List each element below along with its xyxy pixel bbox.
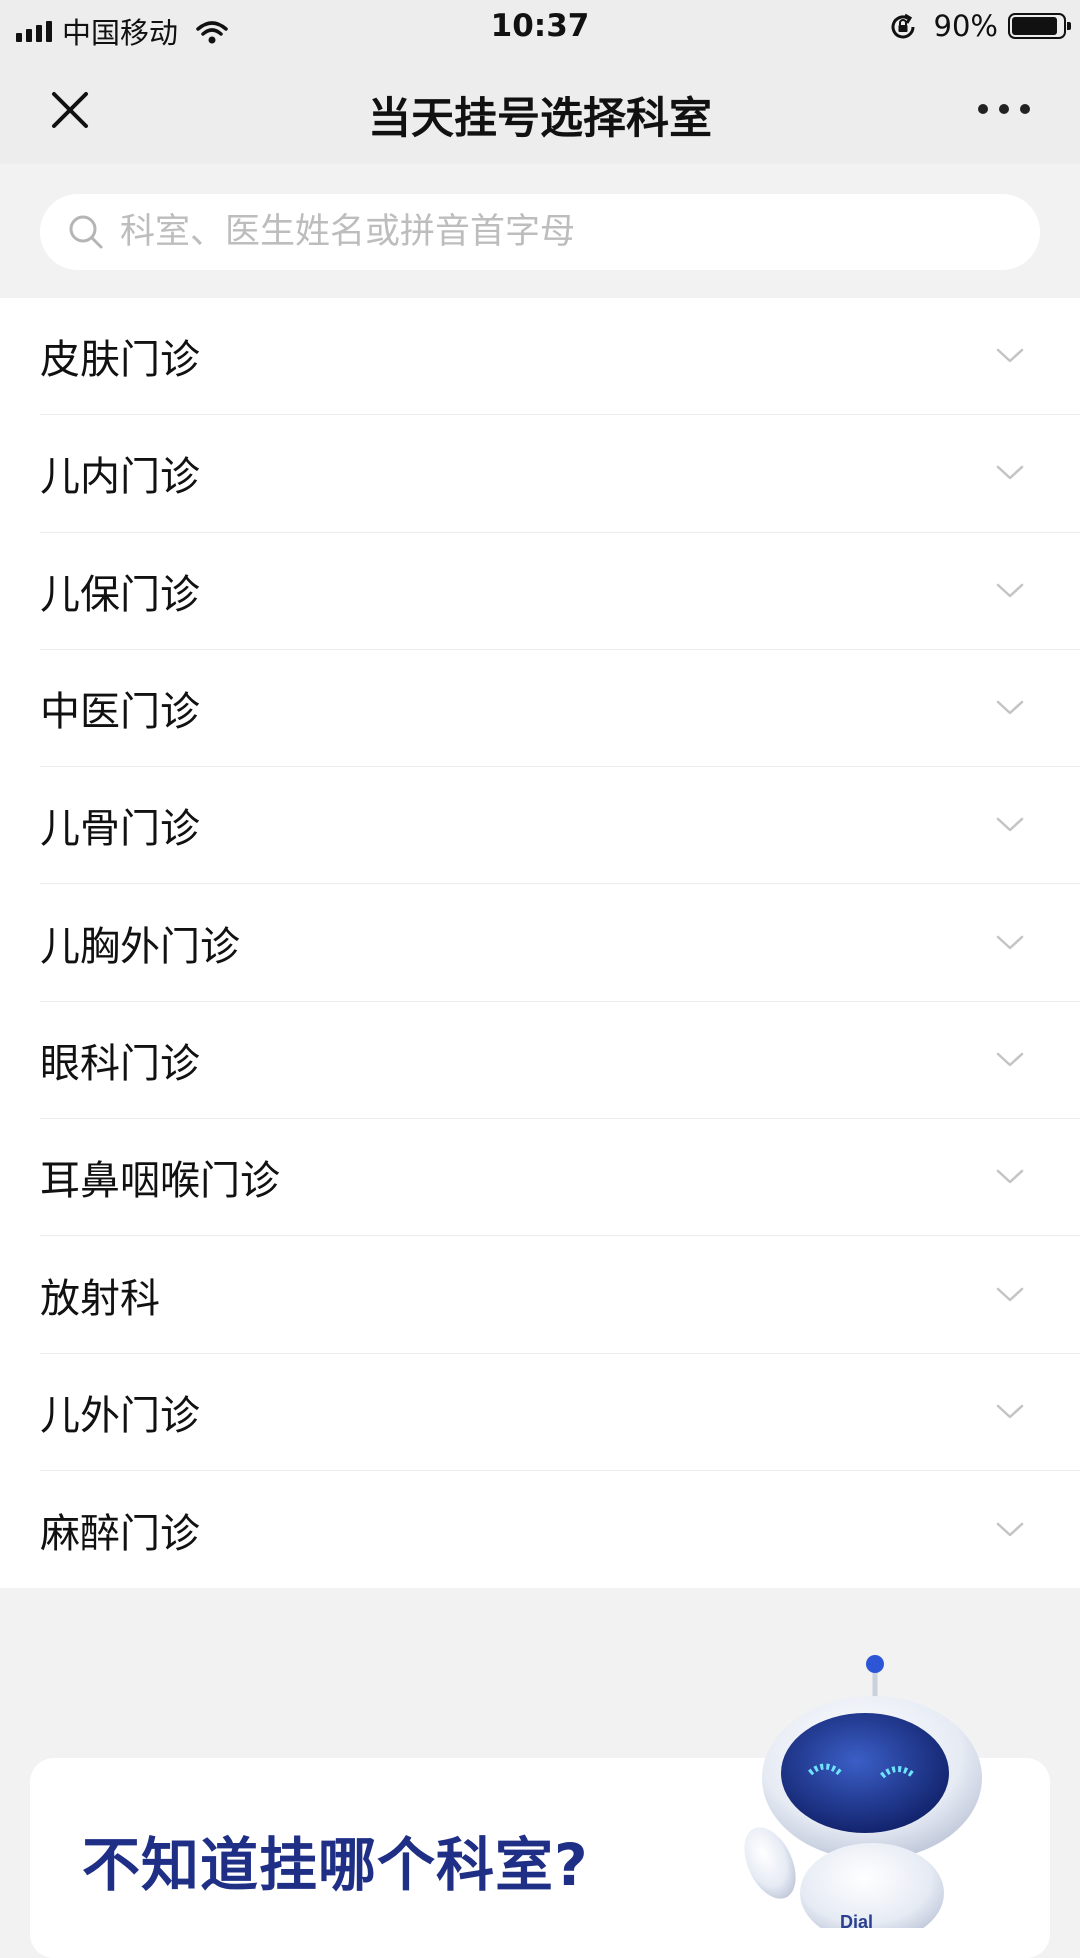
search-box[interactable] bbox=[40, 194, 1040, 270]
department-label: 皮肤门诊 bbox=[40, 337, 200, 384]
department-label: 中医门诊 bbox=[40, 689, 200, 736]
department-label: 儿胸外门诊 bbox=[40, 923, 240, 970]
chevron-down-icon[interactable] bbox=[995, 1167, 1025, 1187]
robot-mascot[interactable]: Dial bbox=[700, 1628, 1020, 1928]
more-dot bbox=[978, 104, 988, 114]
more-dot bbox=[999, 104, 1009, 114]
department-label: 耳鼻咽喉门诊 bbox=[40, 1158, 280, 1205]
battery-icon bbox=[1008, 13, 1071, 39]
department-label: 放射科 bbox=[40, 1275, 160, 1322]
more-icon[interactable] bbox=[978, 98, 1030, 120]
status-right: 90% bbox=[888, 9, 1071, 43]
chevron-down-icon[interactable] bbox=[995, 1285, 1025, 1305]
department-item[interactable]: 耳鼻咽喉门诊 bbox=[40, 1119, 1080, 1237]
department-item[interactable]: 儿外门诊 bbox=[40, 1354, 1080, 1471]
department-item[interactable]: 儿骨门诊 bbox=[40, 767, 1080, 885]
chevron-down-icon[interactable] bbox=[995, 698, 1025, 718]
battery-level-fill bbox=[1012, 17, 1057, 35]
department-item[interactable]: 儿内门诊 bbox=[40, 415, 1080, 533]
department-item[interactable]: 眼科门诊 bbox=[40, 1002, 1080, 1120]
more-dot bbox=[1020, 104, 1030, 114]
chevron-down-icon[interactable] bbox=[995, 1050, 1025, 1070]
department-list: 皮肤门诊儿内门诊儿保门诊中医门诊儿骨门诊儿胸外门诊眼科门诊耳鼻咽喉门诊 放射科儿外… bbox=[0, 298, 1080, 1588]
department-label: 儿外门诊 bbox=[40, 1392, 200, 1439]
search-area bbox=[0, 164, 1080, 298]
chevron-down-icon[interactable] bbox=[995, 463, 1025, 483]
department-item[interactable]: 儿保门诊 bbox=[40, 533, 1080, 650]
department-item[interactable]: 麻醉门诊 bbox=[40, 1471, 1080, 1588]
help-title: 不知道挂哪个科室? bbox=[82, 1831, 589, 1899]
status-bar: 中国移动 10:37 90% bbox=[0, 0, 1080, 54]
nav-bar: 当天挂号选择科室 bbox=[0, 54, 1080, 164]
chevron-down-icon[interactable] bbox=[995, 1520, 1025, 1540]
chevron-down-icon[interactable] bbox=[995, 581, 1025, 601]
search-icon bbox=[69, 215, 103, 249]
chevron-down-icon[interactable] bbox=[995, 1402, 1025, 1422]
department-label: 儿内门诊 bbox=[40, 454, 200, 501]
battery-percent: 90% bbox=[933, 9, 998, 43]
robot-badge: Dial bbox=[840, 1912, 873, 1928]
department-label: 眼科门诊 bbox=[40, 1040, 200, 1087]
department-label: 儿骨门诊 bbox=[40, 806, 200, 853]
department-item[interactable]: 皮肤门诊 bbox=[40, 298, 1080, 416]
chevron-down-icon[interactable] bbox=[995, 815, 1025, 835]
help-area: 不知道挂哪个科室? Dial bbox=[0, 1588, 1080, 1958]
chevron-down-icon[interactable] bbox=[995, 933, 1025, 953]
page-title: 当天挂号选择科室 bbox=[368, 94, 712, 144]
department-label: 儿保门诊 bbox=[40, 571, 200, 618]
search-input[interactable] bbox=[120, 212, 1000, 252]
battery-tip bbox=[1067, 22, 1071, 30]
chevron-down-icon[interactable] bbox=[995, 346, 1025, 366]
rotation-lock-icon bbox=[891, 13, 915, 39]
department-item[interactable]: 儿胸外门诊 bbox=[40, 884, 1080, 1002]
department-label: 麻醉门诊 bbox=[40, 1510, 200, 1557]
department-item[interactable]: 中医门诊 bbox=[40, 650, 1080, 768]
department-item[interactable]: 放射科 bbox=[40, 1236, 1080, 1354]
